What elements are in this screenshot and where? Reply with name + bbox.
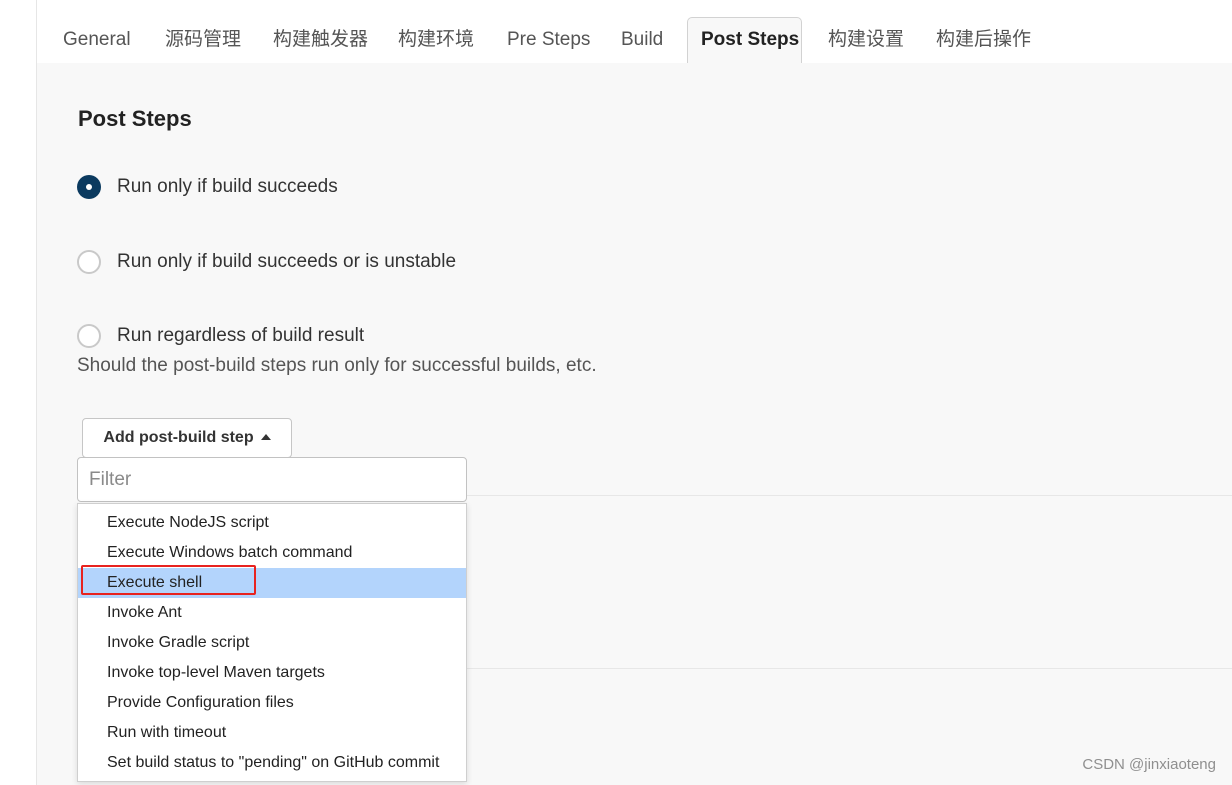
radio-run-if-succeeds-or-unstable[interactable]: Run only if build succeeds or is unstabl… bbox=[77, 248, 456, 276]
menu-item-execute-nodejs-script[interactable]: Execute NodeJS script bbox=[78, 508, 466, 538]
section-title: Post Steps bbox=[78, 106, 192, 131]
radio-checked-icon[interactable] bbox=[77, 175, 101, 199]
menu-item-run-with-timeout[interactable]: Run with timeout bbox=[78, 718, 466, 748]
menu-item-execute-windows-batch-command[interactable]: Execute Windows batch command bbox=[78, 538, 466, 568]
section-divider bbox=[467, 495, 1232, 496]
radio-label: Run only if build succeeds bbox=[117, 176, 338, 197]
add-post-build-step-label: Add post-build step bbox=[103, 429, 254, 446]
filter-input[interactable] bbox=[77, 457, 467, 502]
radio-unchecked-icon[interactable] bbox=[77, 324, 101, 348]
left-sidebar-edge bbox=[0, 0, 37, 785]
radio-label: Run only if build succeeds or is unstabl… bbox=[117, 251, 457, 272]
post-build-step-menu: Execute NodeJS script Execute Windows ba… bbox=[77, 503, 467, 782]
menu-item-provide-configuration-files[interactable]: Provide Configuration files bbox=[78, 688, 466, 718]
section-divider bbox=[467, 668, 1232, 669]
radio-unchecked-icon[interactable] bbox=[77, 250, 101, 274]
tab-build-environment[interactable]: 构建环境 bbox=[398, 17, 474, 63]
menu-item-execute-shell[interactable]: Execute shell bbox=[78, 568, 466, 598]
config-tabs-bar: General 源码管理 构建触发器 构建环境 Pre Steps Build … bbox=[37, 0, 1232, 63]
caret-up-icon bbox=[260, 434, 271, 440]
radio-run-if-succeeds[interactable]: Run only if build succeeds bbox=[77, 173, 338, 201]
tab-post-build-actions[interactable]: 构建后操作 bbox=[936, 17, 1031, 63]
radio-run-regardless[interactable]: Run regardless of build result bbox=[77, 322, 364, 350]
tab-build-settings[interactable]: 构建设置 bbox=[828, 17, 904, 63]
menu-item-invoke-maven-targets[interactable]: Invoke top-level Maven targets bbox=[78, 658, 466, 688]
menu-item-invoke-ant[interactable]: Invoke Ant bbox=[78, 598, 466, 628]
menu-item-set-build-status-pending[interactable]: Set build status to "pending" on GitHub … bbox=[78, 748, 466, 778]
tab-pre-steps[interactable]: Pre Steps bbox=[507, 17, 590, 63]
watermark: CSDN @jinxiaoteng bbox=[1082, 756, 1216, 773]
add-post-build-step-button[interactable]: Add post-build step bbox=[82, 418, 292, 458]
tab-post-steps[interactable]: Post Steps bbox=[687, 17, 802, 63]
tab-source-code-management[interactable]: 源码管理 bbox=[165, 17, 241, 63]
radio-label: Run regardless of build result bbox=[117, 325, 365, 346]
tab-build-triggers[interactable]: 构建触发器 bbox=[273, 17, 368, 63]
post-steps-help-text: Should the post-build steps run only for… bbox=[77, 355, 597, 376]
menu-item-invoke-gradle-script[interactable]: Invoke Gradle script bbox=[78, 628, 466, 658]
tab-general[interactable]: General bbox=[63, 17, 131, 63]
tab-build[interactable]: Build bbox=[621, 17, 663, 63]
